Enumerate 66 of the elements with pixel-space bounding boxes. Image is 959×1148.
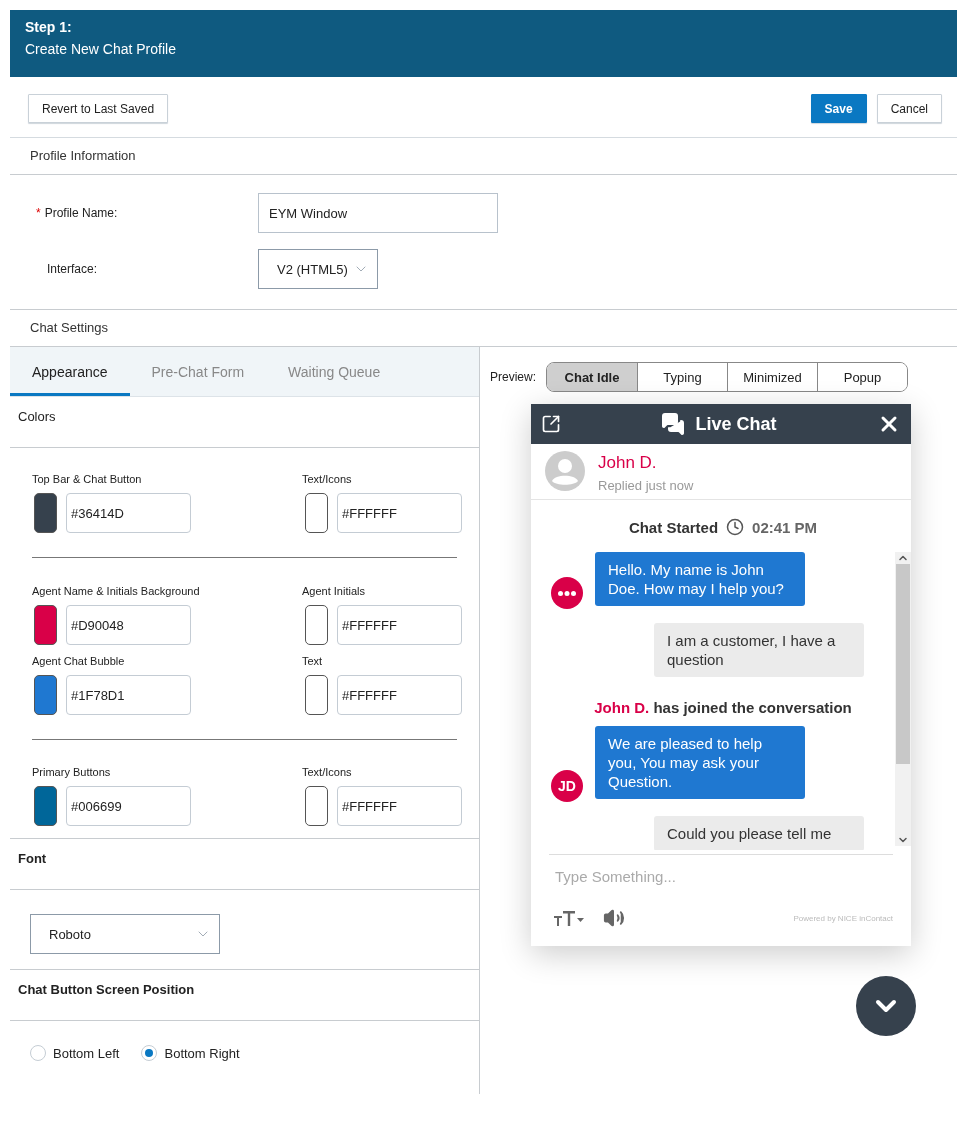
- color-swatch[interactable]: [305, 675, 328, 715]
- field-label: Agent Chat Bubble: [32, 655, 126, 667]
- save-button[interactable]: Save: [810, 94, 867, 123]
- section-heading: Chat Settings: [29, 319, 110, 337]
- hex-field[interactable]: #1F78D1: [66, 675, 191, 715]
- color-swatch[interactable]: [34, 493, 57, 533]
- profile-name-field[interactable]: EYM Window: [258, 193, 498, 233]
- section-heading: Profile Information: [10, 138, 957, 175]
- field-label: Top Bar & Chat Button: [32, 473, 143, 485]
- scrollbar[interactable]: [895, 552, 911, 846]
- chat-start-time: 02:41 PM: [752, 518, 818, 536]
- page-title: Create New Chat Profile: [25, 41, 177, 57]
- color-swatch[interactable]: [34, 605, 57, 645]
- color-swatch[interactable]: [305, 493, 328, 533]
- cancel-button[interactable]: Cancel: [876, 94, 942, 123]
- field-label: Agent Name & Initials Background: [32, 585, 201, 597]
- color-swatch[interactable]: [305, 605, 328, 645]
- field-label: Text: [302, 655, 324, 667]
- revert-button[interactable]: Revert to Last Saved: [28, 94, 169, 123]
- agent-status: Replied just now: [598, 478, 694, 493]
- chat-bubbles-icon: [661, 412, 686, 436]
- step-label: Step 1:: [25, 19, 73, 35]
- field-label: Agent Initials: [302, 585, 366, 597]
- pop-out-icon[interactable]: [541, 414, 561, 434]
- chat-started-label: Chat Started: [628, 518, 719, 536]
- hex-field[interactable]: #FFFFFF: [337, 675, 462, 715]
- text-size-icon[interactable]: [553, 909, 585, 927]
- powered-by-text: Powered by NICE inContact: [793, 913, 893, 923]
- color-swatch[interactable]: [305, 786, 328, 826]
- font-dropdown[interactable]: Roboto: [30, 914, 220, 954]
- hex-field[interactable]: #FFFFFF: [337, 605, 462, 645]
- color-swatch[interactable]: [34, 786, 57, 826]
- field-label: Primary Buttons: [32, 766, 112, 778]
- hex-field[interactable]: #FFFFFF: [337, 786, 462, 826]
- clock-icon: [726, 518, 745, 536]
- speaker-icon[interactable]: [603, 907, 625, 929]
- preview-label: Preview:: [490, 370, 536, 384]
- hex-field[interactable]: #36414D: [66, 493, 191, 533]
- agent-message: We are pleased to help you, You may ask your Question.: [595, 726, 805, 799]
- hex-field[interactable]: #006699: [66, 786, 191, 826]
- radio-option[interactable]: Bottom Left: [30, 1045, 120, 1061]
- customer-message: Could you please tell me: [654, 816, 864, 850]
- join-notice: John D. has joined the conversation: [593, 699, 853, 716]
- hex-field[interactable]: #D90048: [66, 605, 191, 645]
- agent-message: Hello. My name is John Doe. How may I help you?: [595, 552, 805, 606]
- section-heading: Colors: [10, 397, 479, 448]
- radio-option[interactable]: Bottom Right: [141, 1045, 240, 1061]
- minimize-chat-button[interactable]: [856, 976, 916, 1036]
- preview-mode-button[interactable]: Popup: [817, 363, 907, 391]
- color-swatch[interactable]: [34, 675, 57, 715]
- preview-mode-button[interactable]: Chat Idle: [547, 363, 637, 391]
- field-label: * Profile Name:: [36, 206, 119, 220]
- agent-initials: JD: [551, 770, 583, 802]
- field-label: Interface:: [46, 262, 99, 276]
- hex-field[interactable]: #FFFFFF: [337, 493, 462, 533]
- user-avatar-icon: [544, 450, 586, 492]
- agent-name: John D.: [598, 453, 658, 473]
- interface-dropdown[interactable]: V2 (HTML5): [258, 249, 378, 289]
- tab[interactable]: Appearance: [10, 347, 130, 396]
- typing-dots-icon: [558, 590, 576, 596]
- field-label: Text/Icons: [302, 766, 353, 778]
- section-heading: Font: [10, 839, 479, 890]
- field-label: Text/Icons: [302, 473, 353, 485]
- chat-title: Live Chat: [695, 413, 777, 435]
- customer-message: I am a customer, I have a question: [654, 623, 864, 677]
- section-heading: Chat Button Screen Position: [10, 970, 479, 1021]
